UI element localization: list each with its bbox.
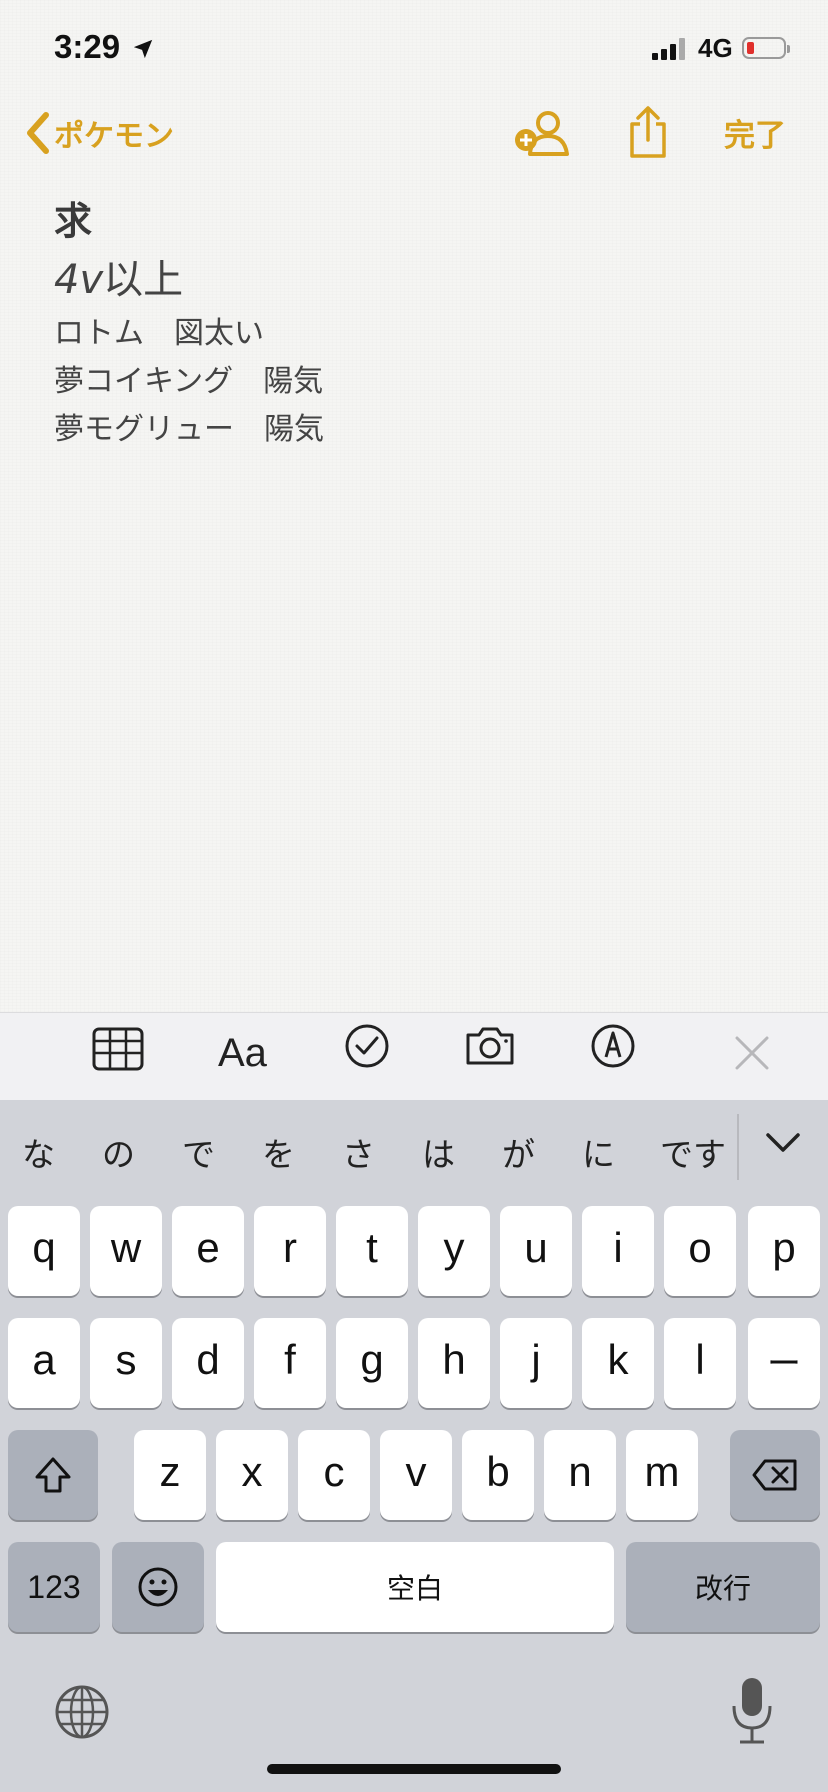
- key-w[interactable]: w: [90, 1206, 162, 1296]
- key-t[interactable]: t: [336, 1206, 408, 1296]
- back-button[interactable]: ポケモン: [24, 108, 174, 158]
- candidate-item[interactable]: が: [502, 1128, 535, 1176]
- note-line: 夢モグリュー 陽気: [54, 412, 324, 447]
- emoji-icon: [138, 1567, 178, 1607]
- key-h[interactable]: h: [418, 1318, 490, 1408]
- key-o[interactable]: o: [664, 1206, 736, 1296]
- key-l[interactable]: l: [664, 1318, 736, 1408]
- format-button[interactable]: Aa: [218, 1031, 267, 1076]
- candidate-item[interactable]: を: [262, 1128, 295, 1176]
- key-i[interactable]: i: [582, 1206, 654, 1296]
- key-n[interactable]: n: [544, 1430, 616, 1520]
- key-j[interactable]: j: [500, 1318, 572, 1408]
- candidate-item[interactable]: は: [422, 1128, 455, 1176]
- format-toolbar: Aa: [0, 1012, 828, 1101]
- key-d[interactable]: d: [172, 1318, 244, 1408]
- cellular-signal-icon: [652, 38, 690, 60]
- markup-icon[interactable]: [590, 1023, 636, 1069]
- close-icon[interactable]: [734, 1035, 770, 1071]
- status-time: 3:29: [54, 28, 121, 65]
- share-icon[interactable]: [628, 104, 668, 160]
- notes-app: 3:29 4G ポケモン 完了 求 4v以上 ロトム 図太い 夢コイキング 陽気…: [0, 0, 828, 1792]
- key-m[interactable]: m: [626, 1430, 698, 1520]
- key-p[interactable]: p: [748, 1206, 820, 1296]
- candidate-item[interactable]: で: [182, 1128, 215, 1176]
- key-a[interactable]: a: [8, 1318, 80, 1408]
- camera-icon[interactable]: [464, 1025, 516, 1067]
- shift-icon: [35, 1457, 71, 1493]
- candidate-divider: [737, 1114, 739, 1180]
- key-x[interactable]: x: [216, 1430, 288, 1520]
- key-b[interactable]: b: [462, 1430, 534, 1520]
- key-k[interactable]: k: [582, 1318, 654, 1408]
- battery-level: [747, 42, 754, 54]
- note-heading-rest: 以上: [103, 257, 184, 303]
- key-long-vowel[interactable]: ー: [748, 1318, 820, 1408]
- back-label: ポケモン: [54, 119, 174, 154]
- candidate-item[interactable]: さ: [342, 1128, 375, 1176]
- numbers-key[interactable]: 123: [8, 1542, 100, 1632]
- chevron-down-icon[interactable]: [764, 1130, 802, 1156]
- key-r[interactable]: r: [254, 1206, 326, 1296]
- candidate-item[interactable]: な: [22, 1128, 55, 1176]
- candidate-item[interactable]: です: [660, 1128, 726, 1176]
- done-button[interactable]: 完了: [724, 110, 786, 155]
- key-s[interactable]: s: [90, 1318, 162, 1408]
- microphone-icon[interactable]: [730, 1676, 774, 1746]
- key-e[interactable]: e: [172, 1206, 244, 1296]
- add-person-icon[interactable]: [513, 108, 571, 158]
- candidate-item[interactable]: に: [582, 1128, 615, 1176]
- battery-icon: [742, 37, 790, 59]
- network-type: 4G: [698, 33, 733, 63]
- backspace-icon: [752, 1459, 797, 1491]
- note-body[interactable]: 求 4v以上 ロトム 図太い 夢コイキング 陽気 夢モグリュー 陽気: [54, 196, 774, 454]
- note-title: 求: [54, 199, 93, 243]
- candidate-bar: な の で を さ は が に です: [0, 1100, 828, 1200]
- note-line: ロトム 図太い: [54, 316, 264, 351]
- emoji-key[interactable]: [112, 1542, 204, 1632]
- shift-key[interactable]: [8, 1430, 98, 1520]
- note-heading-latin: 4v: [54, 257, 104, 303]
- candidate-item[interactable]: の: [102, 1128, 135, 1176]
- note-heading: 4v以上: [54, 250, 774, 310]
- chevron-left-icon: [27, 112, 49, 154]
- key-v[interactable]: v: [380, 1430, 452, 1520]
- table-icon[interactable]: [92, 1027, 144, 1071]
- key-c[interactable]: c: [298, 1430, 370, 1520]
- key-z[interactable]: z: [134, 1430, 206, 1520]
- navigation-bar: ポケモン 完了: [0, 98, 828, 168]
- location-arrow-icon: [133, 39, 153, 59]
- status-bar: 3:29 4G: [0, 0, 828, 100]
- return-key[interactable]: 改行: [626, 1542, 820, 1632]
- key-f[interactable]: f: [254, 1318, 326, 1408]
- checklist-icon[interactable]: [344, 1023, 390, 1069]
- note-line: 夢コイキング 陽気: [54, 364, 324, 399]
- key-q[interactable]: q: [8, 1206, 80, 1296]
- delete-key[interactable]: [730, 1430, 820, 1520]
- key-u[interactable]: u: [500, 1206, 572, 1296]
- key-y[interactable]: y: [418, 1206, 490, 1296]
- space-key[interactable]: 空白: [216, 1542, 614, 1632]
- home-indicator[interactable]: [267, 1764, 561, 1774]
- key-g[interactable]: g: [336, 1318, 408, 1408]
- globe-icon[interactable]: [54, 1684, 110, 1740]
